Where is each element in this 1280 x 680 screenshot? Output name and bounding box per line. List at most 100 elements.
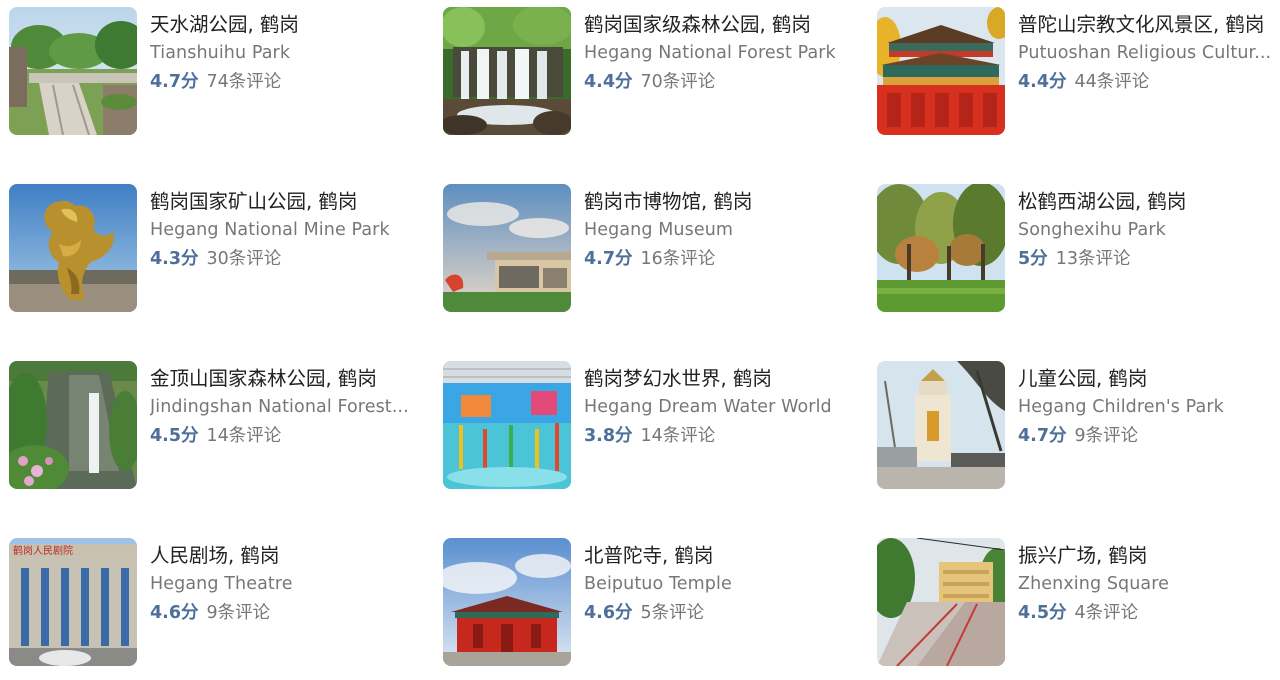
autumn-trees-photo (877, 184, 1005, 312)
attraction-name-en: Tianshuihu Park (150, 43, 291, 63)
attraction-name-en: Hegang Theatre (150, 574, 293, 594)
attraction-card[interactable]: 松鹤西湖公园, 鹤岗 Songhexihu Park 5分 13条评论 (877, 184, 1280, 314)
attraction-name-en: Hegang National Forest Park (584, 43, 836, 63)
rating-score: 4.4分 (1018, 72, 1067, 92)
red-temple-photo (443, 538, 571, 666)
attraction-name-en: Jindingshan National Forest... (150, 397, 409, 417)
attraction-thumbnail[interactable] (9, 361, 137, 489)
attraction-info: 鹤岗梦幻水世界, 鹤岗 Hegang Dream Water World 3.8… (584, 361, 854, 451)
attraction-name-cn[interactable]: 天水湖公园, 鹤岗 (150, 10, 420, 39)
attraction-card[interactable]: 儿童公园, 鹤岗 Hegang Children's Park 4.7分 9条评论 (877, 361, 1280, 491)
attraction-info: 鹤岗国家级森林公园, 鹤岗 Hegang National Forest Par… (584, 7, 854, 97)
rating-score: 4.5分 (1018, 603, 1067, 623)
attraction-card[interactable]: 鹤岗国家级森林公园, 鹤岗 Hegang National Forest Par… (443, 7, 863, 137)
golden-statue-photo (9, 184, 137, 312)
attraction-name-en: Beiputuo Temple (584, 574, 732, 594)
rating-score: 4.7分 (584, 249, 633, 269)
attraction-name-cn[interactable]: 鹤岗国家级森林公园, 鹤岗 (584, 10, 854, 39)
attraction-info: 普陀山宗教文化风景区, 鹤岗 Putuoshan Religious Cultu… (1018, 7, 1280, 97)
rating-score: 4.3分 (150, 249, 199, 269)
attraction-card[interactable]: 鹤岗人民剧院 人民剧场, 鹤岗 Hegang Theatre 4.6分 9条评论 (9, 538, 429, 668)
review-count[interactable]: 9条评论 (1075, 426, 1139, 446)
review-count[interactable]: 4条评论 (1075, 603, 1139, 623)
attraction-name-en: Songhexihu Park (1018, 220, 1166, 240)
attraction-info: 鹤岗市博物馆, 鹤岗 Hegang Museum 4.7分 16条评论 (584, 184, 854, 274)
rating-row: 3.8分 14条评论 (584, 422, 854, 451)
attraction-card[interactable]: 天水湖公园, 鹤岗 Tianshuihu Park 4.7分 74条评论 (9, 7, 429, 137)
rating-score: 4.6分 (150, 603, 199, 623)
attraction-info: 振兴广场, 鹤岗 Zhenxing Square 4.5分 4条评论 (1018, 538, 1280, 628)
attraction-thumbnail[interactable] (9, 184, 137, 312)
attraction-name-en: Hegang Dream Water World (584, 397, 832, 417)
attraction-name-cn[interactable]: 普陀山宗教文化风景区, 鹤岗 (1018, 10, 1280, 39)
attraction-card[interactable]: 鹤岗国家矿山公园, 鹤岗 Hegang National Mine Park 4… (9, 184, 429, 314)
rating-row: 4.7分 74条评论 (150, 68, 420, 97)
attraction-name-en: Zhenxing Square (1018, 574, 1170, 594)
rating-score: 4.6分 (584, 603, 633, 623)
attraction-thumbnail[interactable]: 鹤岗人民剧院 (9, 538, 137, 666)
water-park-photo (443, 361, 571, 489)
attraction-thumbnail[interactable] (443, 538, 571, 666)
attraction-card[interactable]: 鹤岗梦幻水世界, 鹤岗 Hegang Dream Water World 3.8… (443, 361, 863, 491)
attraction-card[interactable]: 金顶山国家森林公园, 鹤岗 Jindingshan National Fores… (9, 361, 429, 491)
rating-row: 5分 13条评论 (1018, 245, 1280, 274)
attraction-info: 松鹤西湖公园, 鹤岗 Songhexihu Park 5分 13条评论 (1018, 184, 1280, 274)
rating-score: 4.4分 (584, 72, 633, 92)
rating-score: 4.7分 (150, 72, 199, 92)
attraction-grid: 天水湖公园, 鹤岗 Tianshuihu Park 4.7分 74条评论 鹤岗国… (0, 0, 1280, 680)
rating-score: 4.5分 (150, 426, 199, 446)
attraction-name-cn[interactable]: 鹤岗梦幻水世界, 鹤岗 (584, 364, 854, 393)
review-count[interactable]: 14条评论 (641, 426, 716, 446)
attraction-name-en: Hegang Children's Park (1018, 397, 1224, 417)
review-count[interactable]: 44条评论 (1075, 72, 1150, 92)
attraction-thumbnail[interactable] (443, 184, 571, 312)
attraction-thumbnail[interactable] (443, 361, 571, 489)
attraction-name-cn[interactable]: 振兴广场, 鹤岗 (1018, 541, 1280, 570)
review-count[interactable]: 14条评论 (207, 426, 282, 446)
attraction-info: 儿童公园, 鹤岗 Hegang Children's Park 4.7分 9条评论 (1018, 361, 1280, 451)
review-count[interactable]: 70条评论 (641, 72, 716, 92)
review-count[interactable]: 13条评论 (1056, 249, 1131, 269)
attraction-info: 天水湖公园, 鹤岗 Tianshuihu Park 4.7分 74条评论 (150, 7, 420, 97)
attraction-name-en: Hegang National Mine Park (150, 220, 390, 240)
attraction-card[interactable]: 鹤岗市博物馆, 鹤岗 Hegang Museum 4.7分 16条评论 (443, 184, 863, 314)
attraction-name-cn[interactable]: 金顶山国家森林公园, 鹤岗 (150, 364, 420, 393)
attraction-name-en: Putuoshan Religious Cultur... (1018, 43, 1272, 63)
attraction-info: 金顶山国家森林公园, 鹤岗 Jindingshan National Fores… (150, 361, 420, 451)
attraction-info: 鹤岗国家矿山公园, 鹤岗 Hegang National Mine Park 4… (150, 184, 420, 274)
review-count[interactable]: 9条评论 (207, 603, 271, 623)
rating-row: 4.7分 9条评论 (1018, 422, 1280, 451)
museum-building-photo (443, 184, 571, 312)
attraction-card[interactable]: 普陀山宗教文化风景区, 鹤岗 Putuoshan Religious Cultu… (877, 7, 1280, 137)
theatre-sign-text: 鹤岗人民剧院 (13, 544, 73, 557)
review-count[interactable]: 30条评论 (207, 249, 282, 269)
forest-waterfall-photo (443, 7, 571, 135)
park-gate-tower-photo (877, 361, 1005, 489)
attraction-thumbnail[interactable] (9, 7, 137, 135)
attraction-card[interactable]: 北普陀寺, 鹤岗 Beiputuo Temple 4.6分 5条评论 (443, 538, 863, 668)
attraction-thumbnail[interactable] (877, 538, 1005, 666)
attraction-name-cn[interactable]: 鹤岗国家矿山公园, 鹤岗 (150, 187, 420, 216)
attraction-name-cn[interactable]: 人民剧场, 鹤岗 (150, 541, 420, 570)
park-bridge-photo (9, 7, 137, 135)
rating-row: 4.7分 16条评论 (584, 245, 854, 274)
attraction-thumbnail[interactable] (877, 184, 1005, 312)
rating-row: 4.4分 70条评论 (584, 68, 854, 97)
attraction-name-cn[interactable]: 松鹤西湖公园, 鹤岗 (1018, 187, 1280, 216)
theatre-building-photo: 鹤岗人民剧院 (9, 538, 137, 666)
rating-row: 4.3分 30条评论 (150, 245, 420, 274)
attraction-thumbnail[interactable] (877, 7, 1005, 135)
attraction-name-cn[interactable]: 儿童公园, 鹤岗 (1018, 364, 1280, 393)
attraction-name-en: Hegang Museum (584, 220, 734, 240)
rating-score: 5分 (1018, 249, 1048, 269)
review-count[interactable]: 74条评论 (207, 72, 282, 92)
attraction-card[interactable]: 振兴广场, 鹤岗 Zhenxing Square 4.5分 4条评论 (877, 538, 1280, 668)
attraction-name-cn[interactable]: 北普陀寺, 鹤岗 (584, 541, 854, 570)
attraction-name-cn[interactable]: 鹤岗市博物馆, 鹤岗 (584, 187, 854, 216)
review-count[interactable]: 16条评论 (641, 249, 716, 269)
attraction-thumbnail[interactable] (443, 7, 571, 135)
review-count[interactable]: 5条评论 (641, 603, 705, 623)
rating-row: 4.4分 44条评论 (1018, 68, 1280, 97)
attraction-thumbnail[interactable] (877, 361, 1005, 489)
attraction-info: 人民剧场, 鹤岗 Hegang Theatre 4.6分 9条评论 (150, 538, 420, 628)
